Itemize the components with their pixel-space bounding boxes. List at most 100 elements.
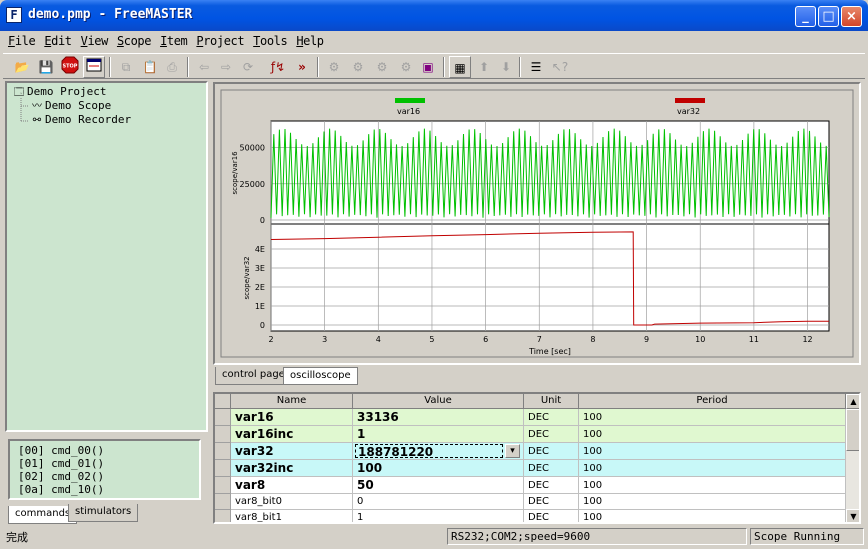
save-data-icon[interactable]: ▣ bbox=[417, 56, 439, 78]
open-icon[interactable]: 📂 bbox=[11, 56, 33, 78]
variable-unit-cell[interactable]: DEC bbox=[524, 426, 579, 443]
tab-commands[interactable]: commands bbox=[8, 506, 78, 524]
variable-unit-cell[interactable]: DEC bbox=[524, 510, 579, 522]
maximize-button[interactable]: □ bbox=[818, 6, 839, 27]
save-icon[interactable]: 💾 bbox=[35, 56, 57, 78]
recorder-icon-2[interactable]: ⚙ bbox=[347, 56, 369, 78]
row-selector[interactable] bbox=[215, 409, 231, 426]
variable-value-cell[interactable]: 0 bbox=[353, 494, 524, 510]
tab-control-page[interactable]: control page bbox=[215, 367, 292, 385]
print-icon[interactable]: ⎙ bbox=[161, 56, 183, 78]
variable-period-cell[interactable]: 100 bbox=[579, 460, 846, 477]
scroll-up-icon[interactable]: ▲ bbox=[846, 394, 859, 409]
variable-value-cell[interactable]: 100 bbox=[353, 460, 524, 477]
menu-help[interactable]: Help bbox=[291, 31, 327, 51]
down-arrow-icon[interactable]: ⬇ bbox=[495, 56, 517, 78]
column-header-name[interactable]: Name bbox=[231, 394, 353, 409]
variable-unit-cell[interactable]: DEC bbox=[524, 477, 579, 494]
variable-period-cell[interactable]: 100 bbox=[579, 494, 846, 510]
variable-unit-cell[interactable]: DEC bbox=[524, 409, 579, 426]
variable-name-cell[interactable]: var8_bit1 bbox=[231, 510, 353, 522]
command-item[interactable]: [00] cmd_00() bbox=[18, 444, 199, 457]
row-selector[interactable] bbox=[215, 477, 231, 494]
command-item[interactable]: [01] cmd_01() bbox=[18, 457, 199, 470]
dropdown-arrow-icon[interactable]: ▾ bbox=[505, 444, 520, 458]
variable-unit-cell[interactable]: DEC bbox=[524, 443, 579, 460]
variable-icon[interactable]: ƒ↯ bbox=[267, 56, 289, 78]
x-tick-label: 7 bbox=[537, 335, 542, 344]
close-button[interactable]: × bbox=[841, 6, 862, 27]
column-header-unit[interactable]: Unit bbox=[524, 394, 579, 409]
grid-icon[interactable]: ▦ bbox=[449, 56, 471, 78]
status-state: Scope Running bbox=[750, 528, 864, 545]
menu-edit[interactable]: Edit bbox=[39, 31, 75, 51]
variable-value-cell[interactable]: 50 bbox=[353, 477, 524, 494]
variable-period-cell[interactable]: 100 bbox=[579, 409, 846, 426]
fast-forward-icon[interactable]: » bbox=[291, 56, 313, 78]
row-selector[interactable] bbox=[215, 443, 231, 460]
variable-name-cell[interactable]: var32 bbox=[231, 443, 353, 460]
oscilloscope-chart[interactable]: var16 var32 50000 25000 0 4E 3E 2E 1E 0 scope/var1… bbox=[215, 84, 859, 363]
menu-file[interactable]: File bbox=[3, 31, 39, 51]
row-selector[interactable] bbox=[215, 426, 231, 443]
recorder-icon[interactable]: ⚙ bbox=[323, 56, 345, 78]
variable-period-cell[interactable]: 100 bbox=[579, 510, 846, 522]
menu-scope[interactable]: Scope bbox=[112, 31, 155, 51]
variable-value-cell[interactable]: 1 bbox=[353, 426, 524, 443]
menu-item[interactable]: Item bbox=[155, 31, 191, 51]
variable-period-cell[interactable]: 100 bbox=[579, 426, 846, 443]
vertical-scrollbar[interactable]: ▲ ▼ bbox=[846, 394, 859, 522]
scope-settings-icon[interactable] bbox=[83, 56, 105, 78]
scroll-thumb[interactable] bbox=[846, 409, 859, 451]
commands-list[interactable]: [00] cmd_00() [01] cmd_01() [02] cmd_02(… bbox=[8, 439, 201, 500]
plot-area-var32 bbox=[270, 223, 830, 332]
properties-icon[interactable]: ☰ bbox=[525, 56, 547, 78]
menu-tools[interactable]: Tools bbox=[248, 31, 291, 51]
scroll-down-icon[interactable]: ▼ bbox=[846, 509, 859, 522]
row-selector[interactable] bbox=[215, 494, 231, 510]
menu-project[interactable]: Project bbox=[191, 31, 248, 51]
recorder-icon-3[interactable]: ⚙ bbox=[371, 56, 393, 78]
value-edit-field[interactable]: 188781220 bbox=[355, 444, 503, 459]
command-item[interactable]: [0a] cmd_10() bbox=[18, 483, 199, 496]
back-icon[interactable]: ⇦ bbox=[193, 56, 215, 78]
variable-name-cell[interactable]: var16 bbox=[231, 409, 353, 426]
up-arrow-icon[interactable]: ⬆ bbox=[473, 56, 495, 78]
variable-value-cell[interactable]: 33136 bbox=[353, 409, 524, 426]
variable-value-cell[interactable]: 188781220 ▾ bbox=[353, 443, 524, 460]
variable-name-cell[interactable]: var16inc bbox=[231, 426, 353, 443]
copy-icon[interactable]: ⧉ bbox=[115, 56, 137, 78]
row-selector[interactable] bbox=[215, 460, 231, 477]
variable-unit-cell[interactable]: DEC bbox=[524, 494, 579, 510]
variable-watch-grid[interactable]: Name Value Unit Period var16 33136 DEC 100 var16… bbox=[213, 392, 861, 524]
tree-item-demo-scope[interactable]: 〰 Demo Scope bbox=[29, 99, 111, 113]
column-header-value[interactable]: Value bbox=[353, 394, 524, 409]
stop-icon[interactable]: STOP bbox=[59, 56, 81, 78]
forward-icon[interactable]: ⇨ bbox=[215, 56, 237, 78]
x-axis-label: Time [sec] bbox=[528, 347, 571, 356]
recorder-icon-4[interactable]: ⚙ bbox=[395, 56, 417, 78]
variable-name-cell[interactable]: var32inc bbox=[231, 460, 353, 477]
tab-oscilloscope[interactable]: oscilloscope bbox=[283, 367, 358, 385]
tab-stimulators[interactable]: stimulators bbox=[68, 504, 139, 522]
row-selector[interactable] bbox=[215, 510, 231, 522]
variable-name-cell[interactable]: var8 bbox=[231, 477, 353, 494]
help-cursor-icon[interactable]: ↖? bbox=[549, 56, 571, 78]
y-tick-label-var16: 0 bbox=[260, 216, 265, 225]
variable-value-cell[interactable]: 1 bbox=[353, 510, 524, 522]
menu-view[interactable]: View bbox=[76, 31, 112, 51]
variable-unit-cell[interactable]: DEC bbox=[524, 460, 579, 477]
app-icon[interactable]: F bbox=[6, 7, 22, 23]
variable-name-cell[interactable]: var8_bit0 bbox=[231, 494, 353, 510]
title-bar[interactable]: F demo.pmp - FreeMASTER _ □ × bbox=[0, 0, 868, 31]
variable-period-cell[interactable]: 100 bbox=[579, 443, 846, 460]
command-item[interactable]: [02] cmd_02() bbox=[18, 470, 199, 483]
variable-period-cell[interactable]: 100 bbox=[579, 477, 846, 494]
tree-item-demo-recorder[interactable]: ⚯ Demo Recorder bbox=[29, 113, 131, 127]
y-tick-label-var32: 1E bbox=[255, 302, 265, 311]
refresh-icon[interactable]: ⟳ bbox=[237, 56, 259, 78]
column-header-period[interactable]: Period bbox=[579, 394, 846, 409]
project-tree[interactable]: 🗔 Demo Project 〰 Demo Scope ⚯ Demo Recorder bbox=[5, 81, 208, 432]
minimize-button[interactable]: _ bbox=[795, 6, 816, 27]
paste-icon[interactable]: 📋 bbox=[139, 56, 161, 78]
